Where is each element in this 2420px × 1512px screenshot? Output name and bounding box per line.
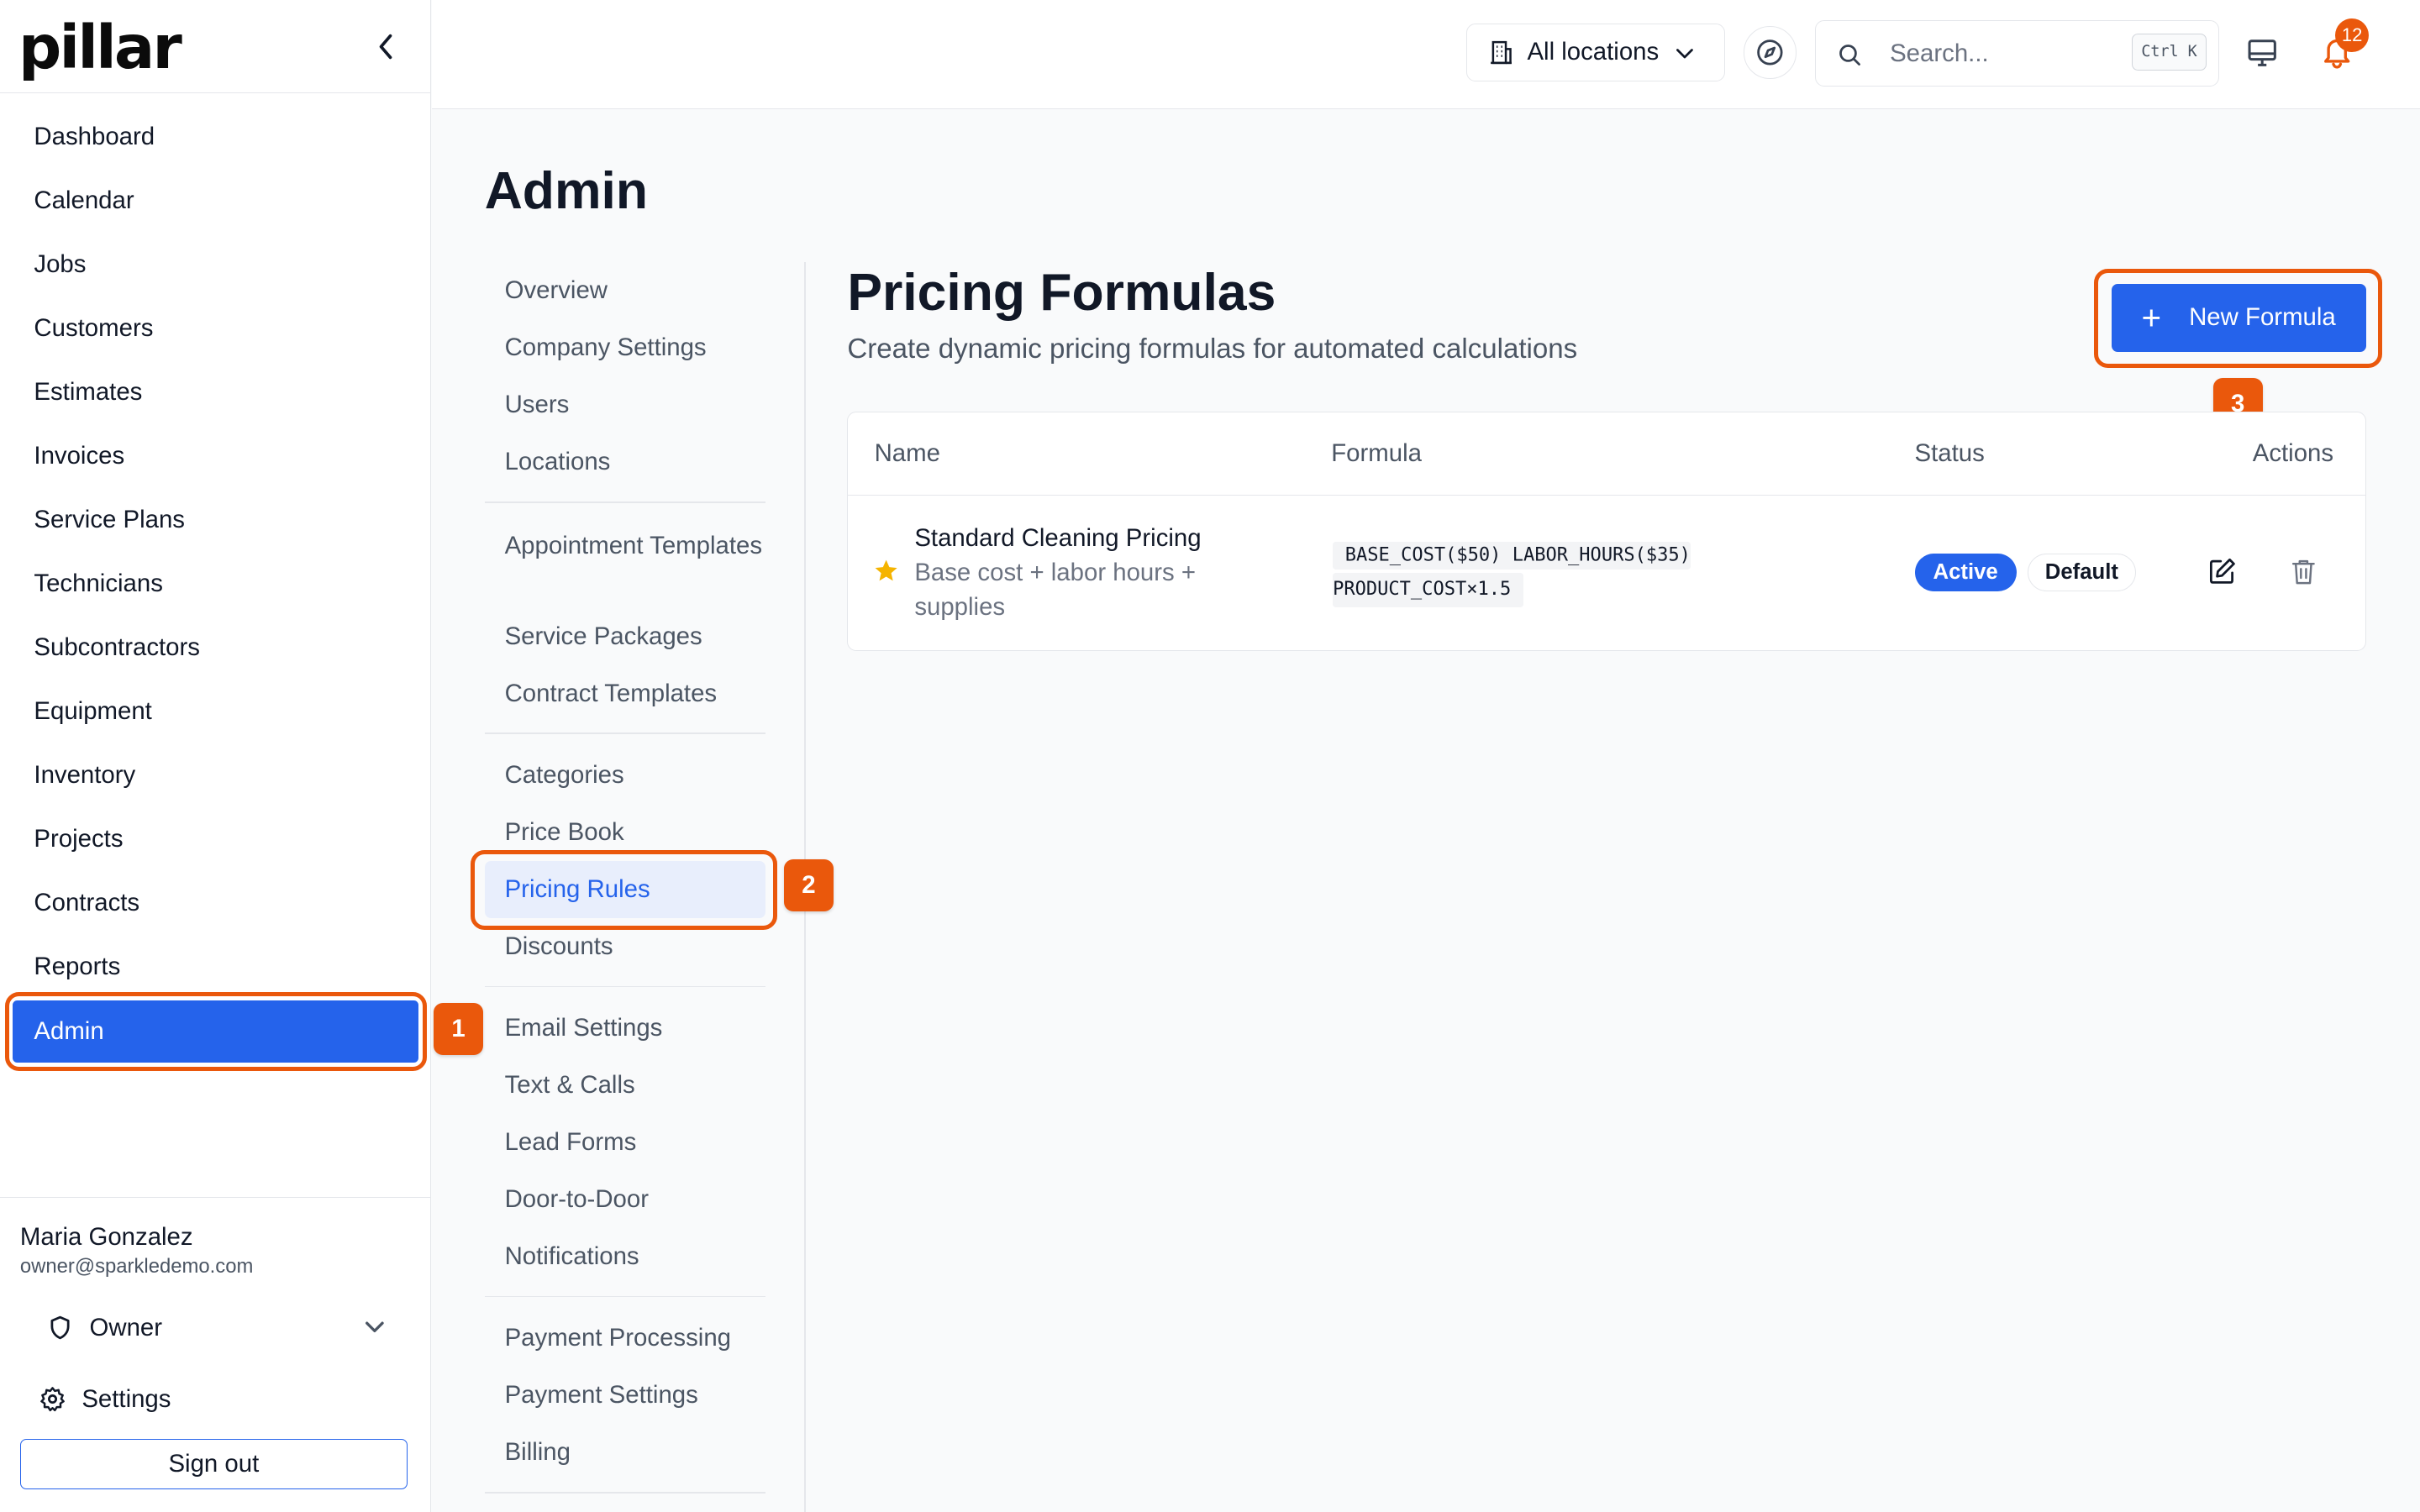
location-select-label: All locations (1527, 38, 1660, 66)
admin-nav-notifications[interactable]: Notifications (485, 1228, 765, 1285)
formula-line-2: PRODUCT_COST×1.5 (1333, 573, 1523, 607)
keyboard-shortcut-hint: Ctrl K (2132, 33, 2207, 71)
edit-button[interactable] (2207, 556, 2238, 594)
main-nav: Dashboard Calendar Jobs Customers Estima… (0, 105, 430, 1063)
default-badge: Default (2027, 553, 2137, 592)
chevron-down-icon (366, 1321, 385, 1332)
collapse-sidebar-button[interactable] (367, 26, 404, 66)
pillar-logo[interactable]: pillar (18, 9, 182, 87)
new-formula-label: New Formula (2189, 303, 2336, 332)
chevron-down-icon (1676, 48, 1693, 58)
gear-icon (40, 1387, 65, 1412)
settings-link[interactable]: Settings (39, 1385, 171, 1414)
sidebar-item-estimates[interactable]: Estimates (0, 360, 430, 424)
plus-icon: + (2141, 297, 2162, 337)
sidebar-item-technicians[interactable]: Technicians (0, 552, 430, 616)
admin-nav-billing[interactable]: Billing (485, 1424, 765, 1481)
admin-nav-payment-processing[interactable]: Payment Processing (485, 1310, 765, 1367)
role-label: Owner (89, 1313, 163, 1341)
subnav-divider (484, 1491, 765, 1494)
building-icon (1490, 40, 1512, 65)
chevron-left-icon (379, 34, 392, 59)
subnav-divider (484, 501, 765, 503)
step-badge-1: 1 (434, 1002, 483, 1056)
formula-line-1: BASE_COST($50) LABOR_HOURS($35) (1333, 542, 1691, 570)
admin-subnav: Overview Company Settings Users Location… (484, 262, 765, 1505)
table-header: Name Formula Status Actions (848, 412, 2365, 496)
formula-expression: BASE_COST($50) LABOR_HOURS($35) PRODUCT_… (1333, 539, 1691, 607)
formula-description: Base cost + labor hours + supplies (914, 559, 1197, 621)
sidebar-item-calendar[interactable]: Calendar (0, 169, 430, 233)
compass-icon (1757, 39, 1783, 66)
search-box[interactable]: Search... Ctrl K (1814, 19, 2220, 87)
search-input[interactable]: Search... (1890, 39, 1989, 68)
sidebar-item-customers[interactable]: Customers (0, 297, 430, 360)
column-header-name: Name (874, 438, 940, 467)
sidebar-item-service-plans[interactable]: Service Plans (0, 488, 430, 552)
trash-icon (2291, 560, 2315, 585)
admin-nav-email-settings[interactable]: Email Settings (485, 1000, 765, 1057)
admin-nav-price-book[interactable]: Price Book (485, 804, 765, 861)
compass-button[interactable] (1744, 26, 1797, 79)
admin-nav-company-settings[interactable]: Company Settings (485, 319, 765, 376)
admin-nav-payment-settings[interactable]: Payment Settings (485, 1367, 765, 1424)
sidebar-item-subcontractors[interactable]: Subcontractors (0, 616, 430, 680)
notification-count-badge: 12 (2334, 18, 2370, 53)
sidebar-item-jobs[interactable]: Jobs (0, 233, 430, 297)
column-header-actions: Actions (2252, 438, 2334, 467)
sign-out-button[interactable]: Sign out (19, 1438, 408, 1490)
formulas-table: Name Formula Status Actions Standard Cle… (847, 412, 2366, 652)
delete-button[interactable] (2288, 556, 2319, 594)
admin-nav-categories[interactable]: Categories (485, 747, 765, 804)
column-header-formula: Formula (1331, 438, 1422, 467)
admin-nav-text-calls[interactable]: Text & Calls (485, 1057, 765, 1114)
admin-nav-discounts[interactable]: Discounts (485, 918, 765, 975)
sidebar-item-reports[interactable]: Reports (0, 935, 430, 999)
subnav-divider (484, 1295, 765, 1298)
user-name: Maria Gonzalez (19, 1222, 193, 1251)
status-badge: Active (1914, 553, 2017, 592)
sidebar: pillar Dashboard Calendar Jobs Customers… (0, 0, 432, 1512)
star-icon (875, 559, 897, 581)
top-bar: All locations Search... Ctrl K 12 (432, 0, 2420, 109)
sidebar-item-dashboard[interactable]: Dashboard (0, 105, 430, 169)
column-header-status: Status (1914, 438, 1985, 467)
section-title: Pricing Formulas (847, 263, 1276, 323)
display-button[interactable] (2245, 35, 2279, 76)
sidebar-item-admin[interactable]: Admin (12, 1000, 418, 1063)
role-selector[interactable]: Owner (46, 1310, 386, 1347)
search-icon (1839, 44, 1860, 66)
sidebar-item-contracts[interactable]: Contracts (0, 871, 430, 935)
brand-header: pillar (0, 0, 431, 94)
sidebar-item-projects[interactable]: Projects (0, 807, 430, 871)
admin-nav-overview[interactable]: Overview (485, 262, 765, 319)
admin-nav-users[interactable]: Users (485, 376, 765, 433)
subnav-divider (484, 985, 765, 988)
admin-nav-appointment-templates-label: Appointment Templates (504, 531, 763, 559)
app-root: pillar Dashboard Calendar Jobs Customers… (0, 0, 2420, 1512)
page-title: Admin (484, 161, 648, 221)
admin-nav-pricing-rules[interactable]: Pricing Rules (484, 860, 765, 918)
monitor-icon (2248, 39, 2277, 67)
sidebar-item-equipment[interactable]: Equipment (0, 680, 430, 743)
admin-nav-contract-templates[interactable]: Contract Templates (485, 665, 765, 722)
admin-nav-locations[interactable]: Locations (485, 433, 765, 491)
step-badge-2: 2 (784, 859, 834, 912)
admin-nav-appointment-templates[interactable]: Appointment Templates (485, 515, 765, 607)
user-email: owner@sparkledemo.com (19, 1255, 254, 1278)
subnav-divider (484, 732, 765, 735)
formula-name: Standard Cleaning Pricing (914, 523, 1202, 552)
admin-nav-lead-forms[interactable]: Lead Forms (485, 1114, 765, 1171)
new-formula-button[interactable]: + New Formula (2111, 283, 2366, 352)
admin-nav-service-packages[interactable]: Service Packages (485, 608, 765, 665)
edit-icon (2209, 559, 2235, 584)
admin-nav-door-to-door[interactable]: Door-to-Door (485, 1171, 765, 1228)
sidebar-item-invoices[interactable]: Invoices (0, 424, 430, 488)
sidebar-item-inventory[interactable]: Inventory (0, 743, 430, 807)
location-select[interactable]: All locations (1465, 23, 1726, 82)
section-subtitle: Create dynamic pricing formulas for auto… (847, 333, 1578, 365)
shield-icon (50, 1315, 70, 1340)
user-panel: Maria Gonzalez owner@sparkledemo.com Own… (0, 1197, 431, 1512)
settings-label: Settings (82, 1384, 171, 1413)
